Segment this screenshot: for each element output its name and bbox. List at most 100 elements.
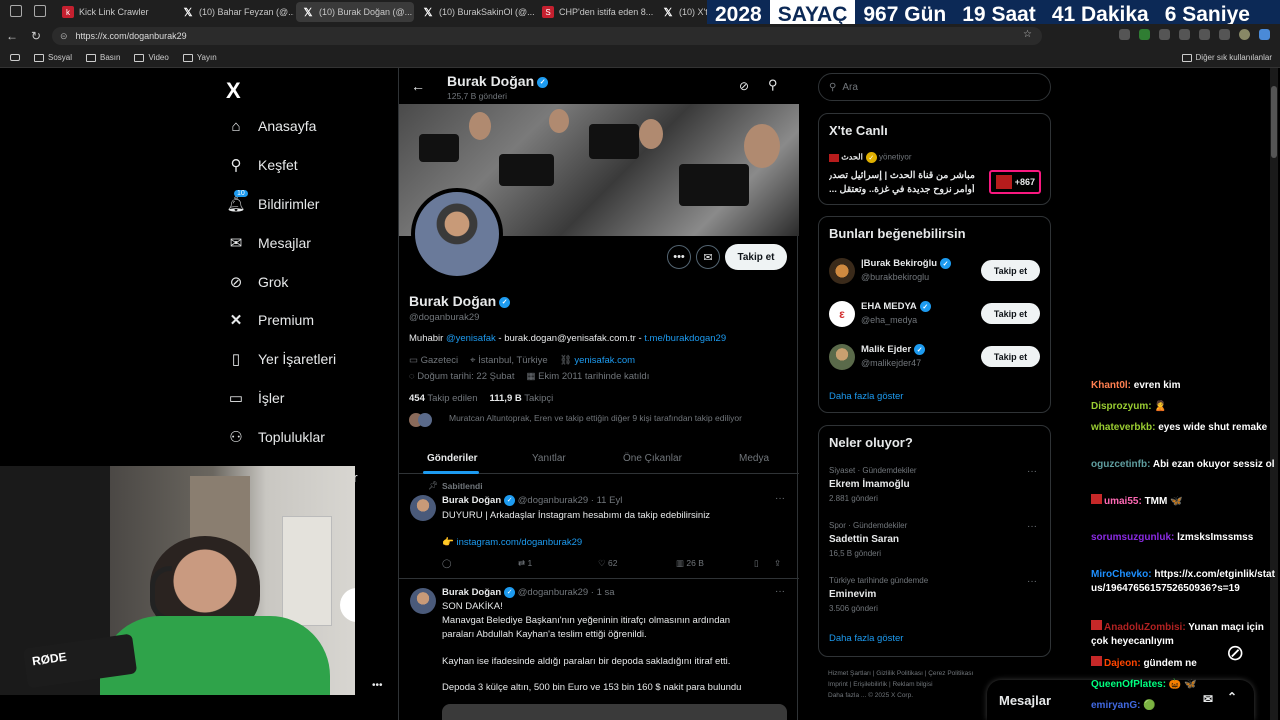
live-host[interactable]: الحدث ✓ yönetiyor [829, 152, 912, 163]
bookmark-yayin[interactable]: Yayın [182, 53, 217, 62]
followed-by-text[interactable]: Muratcan Altuntoprak, Eren ve takip etti… [449, 413, 742, 423]
live-text-1[interactable]: مباشر من قناة الحدث | إسرائيل تصدر [829, 170, 975, 181]
star-icon[interactable]: ☆ [1023, 29, 1032, 40]
trends-show-more-link[interactable]: Daha fazla göster [829, 633, 903, 644]
nav-notifications[interactable]: 🔔︎ 10 Bildirimler [226, 190, 319, 213]
more-icon[interactable]: ··· [1027, 576, 1037, 587]
bookmark-other[interactable]: Diğer sık kullanılanlar [1181, 53, 1272, 62]
tweet-latest[interactable]: Burak Doğan ✓ @doganburak29 · 1 sa ··· SO… [399, 580, 799, 720]
views-action[interactable]: ▥ 26 B [676, 558, 704, 569]
reading-list-icon[interactable] [10, 54, 20, 61]
following-stat[interactable]: 454 Takip edilen [409, 393, 478, 404]
bookmark-icon[interactable]: ▯ [754, 558, 759, 569]
tab-posts[interactable]: Gönderiler [427, 453, 478, 464]
profile-avatar[interactable] [411, 188, 503, 280]
grok-analyze-icon[interactable]: ⊘ [739, 79, 749, 93]
extension-icon[interactable] [1199, 29, 1210, 40]
extension-icon[interactable] [1139, 29, 1150, 40]
trend-name[interactable]: Ekrem İmamoğlu [829, 479, 910, 490]
nav-explore[interactable]: ⚲ Keşfet [228, 157, 298, 174]
copilot-icon[interactable] [1259, 29, 1270, 40]
suggestion-name[interactable]: Malik Ejder ✓ [861, 344, 926, 355]
tab-burak-dogan[interactable]: 𝕏(10) Burak Doğan (@...✕ [296, 2, 414, 22]
reply-icon[interactable]: ◯ [442, 558, 452, 569]
extension-icon[interactable] [1179, 29, 1190, 40]
account-more-icon[interactable]: ••• [372, 680, 383, 691]
bio-mention-link[interactable]: @yenisafak [446, 333, 496, 344]
tab-buraksakinol[interactable]: 𝕏(10) BurakSakinOl (@...✕ [416, 2, 534, 22]
more-icon[interactable]: ··· [775, 586, 785, 597]
tab-kick-link-crawler[interactable]: k Kick Link Crawler [56, 2, 174, 22]
more-icon[interactable]: ··· [775, 493, 785, 504]
instagram-link[interactable]: instagram.com/doganburak29 [456, 537, 582, 548]
footer-link[interactable]: Çerez Politikası [928, 670, 973, 677]
tab-actions-icon[interactable] [34, 5, 46, 17]
page-scrollbar-thumb[interactable] [1271, 86, 1277, 158]
avatar[interactable] [829, 258, 855, 284]
site-info-icon[interactable]: ⊝ [60, 31, 68, 42]
search-icon[interactable]: ⚲ [768, 77, 778, 93]
nav-bookmarks[interactable]: ▯ Yer İşaretleri [228, 351, 336, 368]
workspaces-icon[interactable] [10, 5, 22, 17]
show-more-link[interactable]: Daha fazla göster [829, 391, 903, 402]
tab-highlights[interactable]: Öne Çıkanlar [623, 453, 682, 464]
bookmark-sosyal[interactable]: Sosyal [34, 53, 72, 62]
follow-button[interactable]: Takip et [981, 346, 1040, 367]
follow-button[interactable]: Takip et [981, 303, 1040, 324]
tab-media[interactable]: Medya [739, 453, 769, 464]
followers-stat[interactable]: 111,9 B Takipçi [490, 393, 554, 404]
url-field[interactable]: ⊝ https://x.com/doganburak29 ☆ [52, 27, 1042, 45]
tab-bahar-feyzan[interactable]: 𝕏(10) Bahar Feyzan (@...✕ [176, 2, 294, 22]
suggestion-name[interactable]: |Burak Bekiroğlu ✓ [861, 258, 952, 269]
tweet-pinned[interactable]: 📌︎ Sabitlendi Burak Doğan ✓ @doganburak29… [399, 475, 799, 579]
live-text-2[interactable]: أوامر نزوح جديدة في غزة.. وتعتقل ... [829, 184, 975, 195]
bookmark-basin[interactable]: Basın [86, 53, 120, 62]
follow-button[interactable]: Takip et [725, 244, 787, 270]
search-input[interactable]: ⚲ Ara [818, 73, 1051, 101]
tweet-media-preview[interactable] [442, 704, 787, 720]
trend-name[interactable]: Sadettin Saran [829, 534, 899, 545]
footer-link[interactable]: Reklam bilgisi [892, 681, 932, 688]
extension-icon[interactable] [1119, 29, 1130, 40]
eha-logo-icon[interactable]: ε [829, 301, 855, 327]
avatar[interactable] [829, 344, 855, 370]
tab-replies[interactable]: Yanıtlar [532, 453, 566, 464]
retweet-action[interactable]: ⇄ 1 [518, 558, 532, 569]
more-icon[interactable]: ··· [1027, 521, 1037, 532]
like-action[interactable]: ♡ 62 [598, 558, 617, 569]
share-icon[interactable]: ⇪ [774, 558, 781, 569]
tab-chp-news[interactable]: S CHP'den istifa eden 8... [536, 2, 654, 22]
footer-link[interactable]: Erişilebilirlik [853, 681, 887, 688]
more-options-icon[interactable]: ••• [667, 245, 691, 269]
nav-communities[interactable]: ⚇ Topluluklar [228, 429, 325, 446]
footer-link[interactable]: Gizlilik Politikası [876, 670, 923, 677]
x-logo[interactable]: X [226, 78, 241, 104]
tab-x[interactable]: 𝕏(10) X'te [656, 2, 708, 22]
reload-icon[interactable]: ↻ [24, 29, 48, 43]
footer-link[interactable]: Daha fazla ... [828, 692, 866, 699]
nav-messages[interactable]: ✉ Mesajlar [228, 235, 311, 252]
footer-link[interactable]: Imprint [828, 681, 848, 688]
follow-button[interactable]: Takip et [981, 260, 1040, 281]
extension-icon[interactable] [1219, 29, 1230, 40]
tweet-avatar[interactable] [410, 588, 436, 614]
website-link[interactable]: yenisafak.com [574, 355, 635, 366]
profile-avatar-icon[interactable] [1239, 29, 1250, 40]
back-arrow-icon[interactable]: ← [411, 78, 425, 94]
tweet-avatar[interactable] [410, 495, 436, 521]
more-icon[interactable]: ··· [1027, 466, 1037, 477]
suggestion-name[interactable]: EHA MEDYA ✓ [861, 301, 931, 312]
footer-link[interactable]: Hizmet Şartları [828, 670, 871, 677]
nav-jobs[interactable]: ▭ İşler [228, 390, 285, 407]
message-icon[interactable]: ✉ [696, 245, 720, 269]
grok-floating-icon[interactable]: ⊘ [1226, 640, 1244, 666]
live-listeners[interactable]: +867 [989, 170, 1041, 194]
bio-telegram-link[interactable]: t.me/burakdogan29 [644, 333, 726, 344]
trend-name[interactable]: Eminevim [829, 589, 876, 600]
nav-home[interactable]: ⌂ Anasayfa [228, 118, 316, 135]
nav-grok[interactable]: ⊘ Grok [228, 274, 289, 291]
nav-premium[interactable]: ✕ Premium [228, 312, 314, 329]
bookmark-video[interactable]: Video [134, 53, 169, 62]
back-icon[interactable]: ← [0, 29, 24, 43]
extension-icon[interactable] [1159, 29, 1170, 40]
